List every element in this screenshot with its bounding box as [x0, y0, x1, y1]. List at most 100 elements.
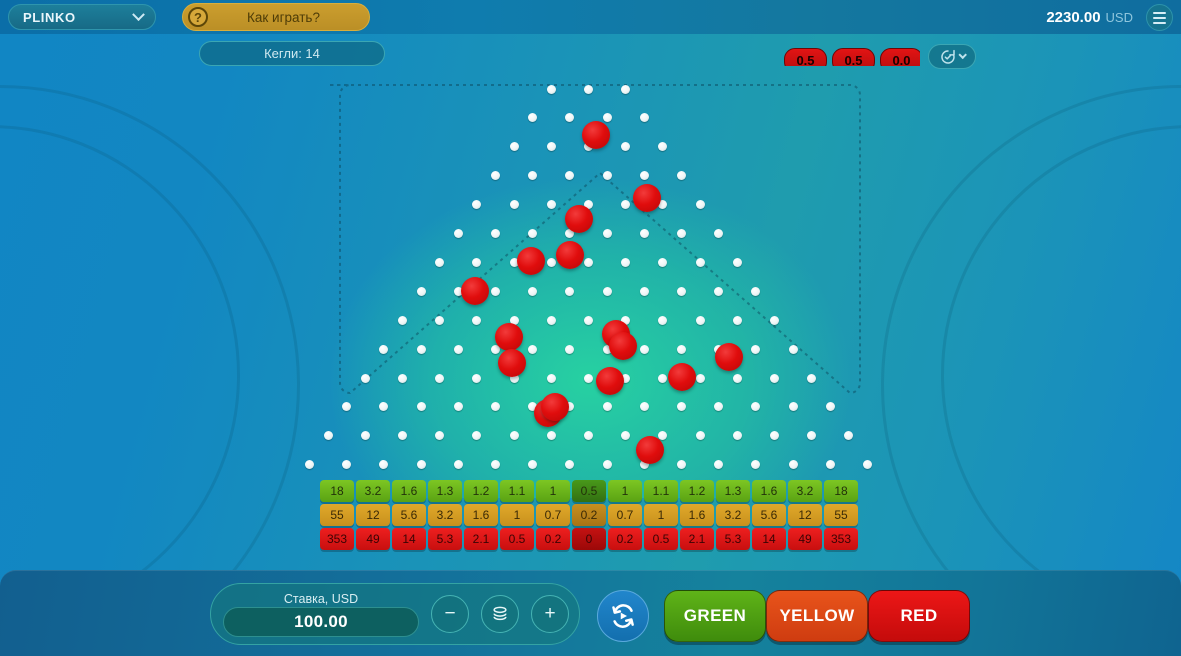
payout-cell[interactable]: 0.2 — [608, 528, 642, 550]
payout-cell[interactable]: 0.7 — [536, 504, 570, 526]
payout-cell[interactable]: 0 — [572, 528, 606, 550]
decrease-bet-button[interactable]: − — [431, 595, 469, 633]
peg — [788, 344, 798, 354]
payout-cell[interactable]: 1.3 — [716, 480, 750, 502]
payout-row-green: 18 3.2 1.6 1.3 1.2 1.1 1 0.5 1 1.1 1.2 1.3 1.6 3.2 18 — [320, 480, 860, 502]
payout-cell[interactable]: 5.6 — [392, 504, 426, 526]
peg — [695, 315, 705, 325]
plinko-ball — [495, 323, 523, 351]
payout-cell[interactable]: 5.6 — [752, 504, 786, 526]
bet-panel: Ставка, USD 100.00 − + — [210, 583, 580, 645]
payout-cell[interactable]: 5.3 — [716, 528, 750, 550]
history-result-pill[interactable]: 0.0 — [880, 48, 920, 66]
peg — [416, 344, 426, 354]
payout-cell[interactable]: 55 — [824, 504, 858, 526]
peg — [360, 373, 370, 383]
payout-cell[interactable]: 1 — [644, 504, 678, 526]
payout-cell[interactable]: 5.3 — [428, 528, 462, 550]
payout-cell[interactable]: 353 — [320, 528, 354, 550]
bet-yellow-button[interactable]: YELLOW — [766, 590, 868, 642]
plinko-game-root: PLINKO ? Как играть? 2230.00 USD Кегли: … — [0, 0, 1181, 656]
payout-cell[interactable]: 55 — [320, 504, 354, 526]
payout-cell[interactable]: 0.2 — [572, 504, 606, 526]
payout-cell[interactable]: 12 — [356, 504, 390, 526]
chips-selector-button[interactable] — [481, 595, 519, 633]
game-name-label: PLINKO — [23, 9, 76, 25]
payout-cell[interactable]: 0.5 — [500, 528, 534, 550]
increase-bet-button[interactable]: + — [531, 595, 569, 633]
peg — [528, 344, 538, 354]
payout-cell[interactable]: 1 — [500, 504, 534, 526]
payout-cell[interactable]: 49 — [356, 528, 390, 550]
payout-cell[interactable]: 14 — [752, 528, 786, 550]
payout-cell[interactable]: 2.1 — [464, 528, 498, 550]
peg — [509, 431, 519, 441]
bet-label: Ставка, USD — [283, 591, 359, 606]
peg — [602, 402, 612, 412]
payout-cell[interactable]: 0.2 — [536, 528, 570, 550]
payout-row-yellow: 55 12 5.6 3.2 1.6 1 0.7 0.2 0.7 1 1.6 3.2 5.6 12 55 — [320, 504, 860, 526]
payout-cell[interactable]: 1.6 — [752, 480, 786, 502]
peg — [677, 286, 686, 296]
peg — [398, 315, 407, 325]
game-selector[interactable]: PLINKO — [8, 4, 156, 30]
plinko-ball — [582, 121, 610, 149]
payout-cell[interactable]: 12 — [788, 504, 822, 526]
how-to-play-button[interactable]: ? Как играть? — [182, 3, 370, 31]
payout-cell[interactable]: 1.2 — [680, 480, 714, 502]
payout-cell[interactable]: 0.5 — [644, 528, 678, 550]
payout-cell[interactable]: 3.2 — [428, 504, 462, 526]
bet-green-button[interactable]: GREEN — [664, 590, 766, 642]
pins-count-label: Кегли: 14 — [199, 41, 385, 66]
payout-cell[interactable]: 1 — [608, 480, 642, 502]
payout-cell[interactable]: 2.1 — [680, 528, 714, 550]
bet-value: 100.00 — [294, 611, 348, 631]
stats-bar: Кегли: 14 0.50.50.00.50.20.00.20.00.20.5… — [0, 34, 1181, 78]
payout-cell[interactable]: 1.6 — [392, 480, 426, 502]
payout-row-red: 353 49 14 5.3 2.1 0.5 0.2 0 0.2 0.5 2.1 5.3 14 49 353 — [320, 528, 860, 550]
peg — [602, 460, 612, 470]
payout-cell[interactable]: 18 — [320, 480, 354, 502]
payout-cell[interactable]: 14 — [392, 528, 426, 550]
payout-cell[interactable]: 1.2 — [464, 480, 498, 502]
peg — [602, 171, 612, 181]
peg — [788, 402, 798, 412]
payout-cell[interactable]: 1.1 — [500, 480, 534, 502]
payout-cell[interactable]: 1.1 — [644, 480, 678, 502]
payout-cell[interactable]: 49 — [788, 528, 822, 550]
payout-cell[interactable]: 0.5 — [572, 480, 606, 502]
history-results-list: 0.50.50.00.50.20.00.20.00.20.50.20.5 — [784, 48, 920, 66]
hamburger-menu-icon[interactable] — [1146, 4, 1173, 31]
peg — [435, 373, 445, 383]
balance-display: 2230.00 USD — [1046, 0, 1133, 34]
peg — [695, 373, 705, 383]
peg — [509, 200, 519, 210]
history-result-pill[interactable]: 0.5 — [784, 48, 827, 66]
peg — [379, 344, 389, 354]
payout-cell[interactable]: 3.2 — [356, 480, 390, 502]
payout-cell[interactable]: 0.7 — [608, 504, 642, 526]
history-result-pill[interactable]: 0.5 — [832, 48, 875, 66]
peg — [528, 286, 538, 296]
payout-cell[interactable]: 353 — [824, 528, 858, 550]
balance-amount: 2230.00 — [1046, 8, 1101, 26]
payout-cell[interactable]: 1.6 — [680, 504, 714, 526]
payout-cell[interactable]: 1.3 — [428, 480, 462, 502]
peg — [546, 373, 556, 383]
peg — [453, 229, 463, 238]
auto-play-button[interactable] — [597, 590, 649, 642]
peg — [602, 229, 612, 238]
peg — [584, 257, 593, 267]
payout-cell[interactable]: 3.2 — [716, 504, 750, 526]
plinko-ball — [517, 247, 545, 275]
payout-cell[interactable]: 1 — [536, 480, 570, 502]
payout-cell[interactable]: 3.2 — [788, 480, 822, 502]
peg — [584, 84, 593, 94]
history-results-strip: 0.50.50.00.50.20.00.20.00.20.50.20.5 — [392, 41, 920, 66]
payout-cell[interactable]: 1.6 — [464, 504, 498, 526]
bet-red-button[interactable]: RED — [868, 590, 970, 642]
bet-input[interactable]: 100.00 — [223, 606, 419, 637]
payout-cell[interactable]: 18 — [824, 480, 858, 502]
peg — [695, 257, 705, 267]
peg — [584, 373, 593, 383]
